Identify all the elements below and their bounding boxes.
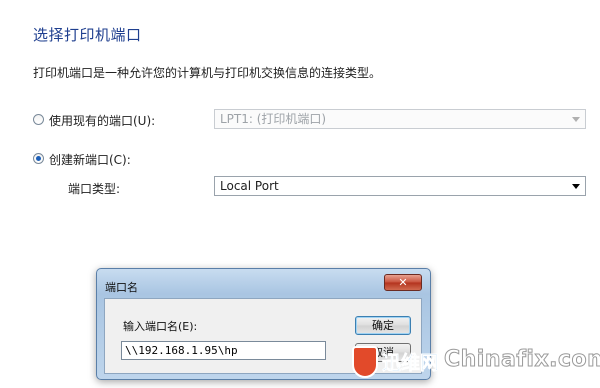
port-name-field-label: 输入端口名(E):	[123, 320, 198, 333]
watermark-brand-cn: 迅维网	[382, 352, 440, 375]
use-existing-port-radio[interactable]	[33, 114, 44, 125]
close-button[interactable]: ✕	[384, 274, 422, 291]
close-icon: ✕	[398, 276, 408, 289]
chevron-down-icon	[572, 117, 580, 122]
existing-port-value: LPT1: (打印机端口)	[220, 112, 327, 126]
dialog-title: 端口名	[105, 281, 138, 294]
use-existing-port-label[interactable]: 使用现有的端口(U):	[49, 112, 155, 129]
page-title: 选择打印机端口	[33, 26, 142, 44]
port-name-input[interactable]: \\192.168.1.95\hp	[121, 341, 326, 360]
watermark-brand-en: Chinafix.com	[444, 347, 600, 373]
create-new-port-label[interactable]: 创建新端口(C):	[49, 151, 131, 168]
create-new-port-radio[interactable]	[33, 153, 44, 164]
port-type-label: 端口类型:	[68, 182, 121, 196]
port-type-value: Local Port	[220, 179, 279, 193]
chevron-down-icon	[572, 184, 580, 189]
existing-port-select[interactable]: LPT1: (打印机端口)	[214, 109, 586, 129]
shield-icon	[352, 346, 378, 378]
description-text: 打印机端口是一种允许您的计算机与打印机交换信息的连接类型。	[33, 66, 382, 80]
watermark: 迅维网 Chinafix.com	[352, 343, 600, 383]
ok-button[interactable]: 确定	[355, 316, 411, 335]
port-type-select[interactable]: Local Port	[214, 176, 586, 196]
